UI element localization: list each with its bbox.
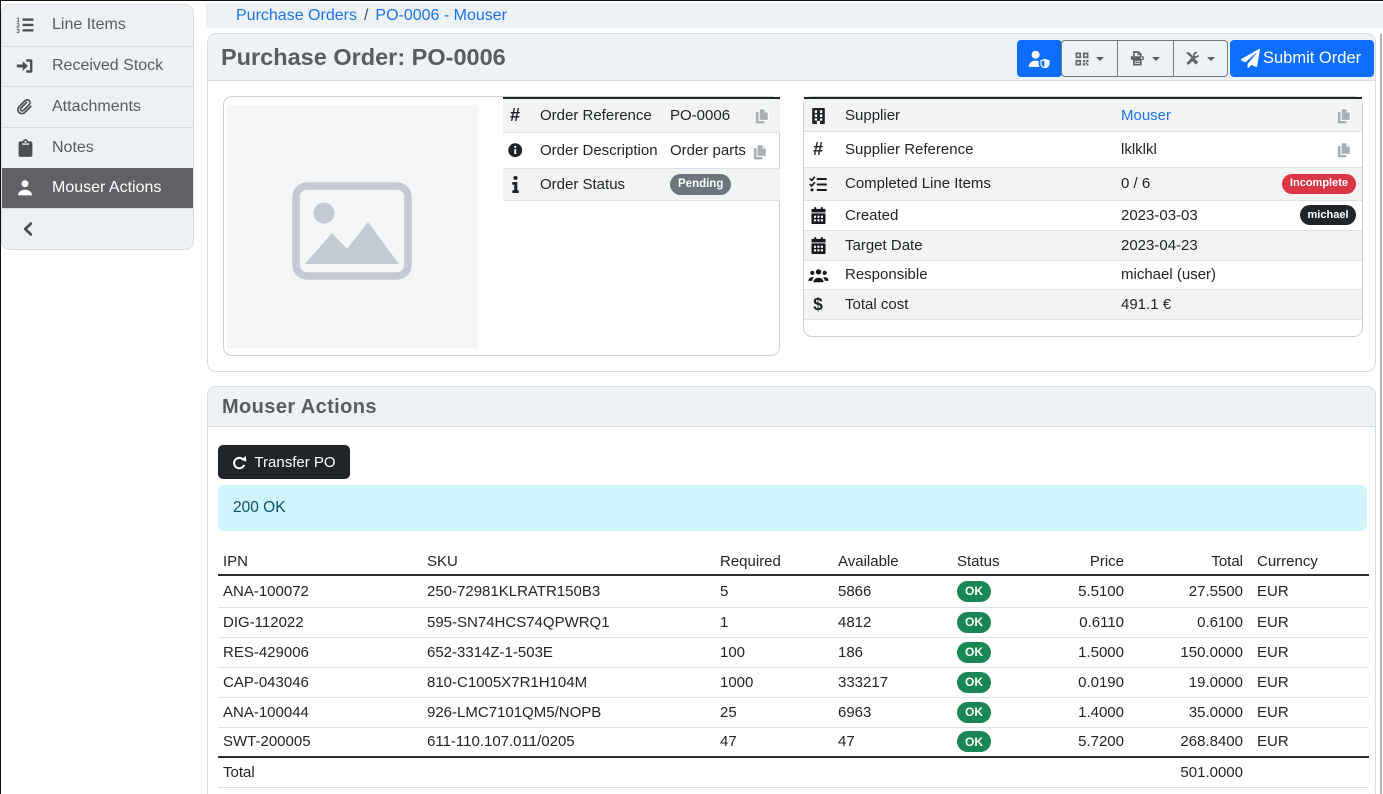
svg-text:3: 3	[16, 28, 20, 34]
